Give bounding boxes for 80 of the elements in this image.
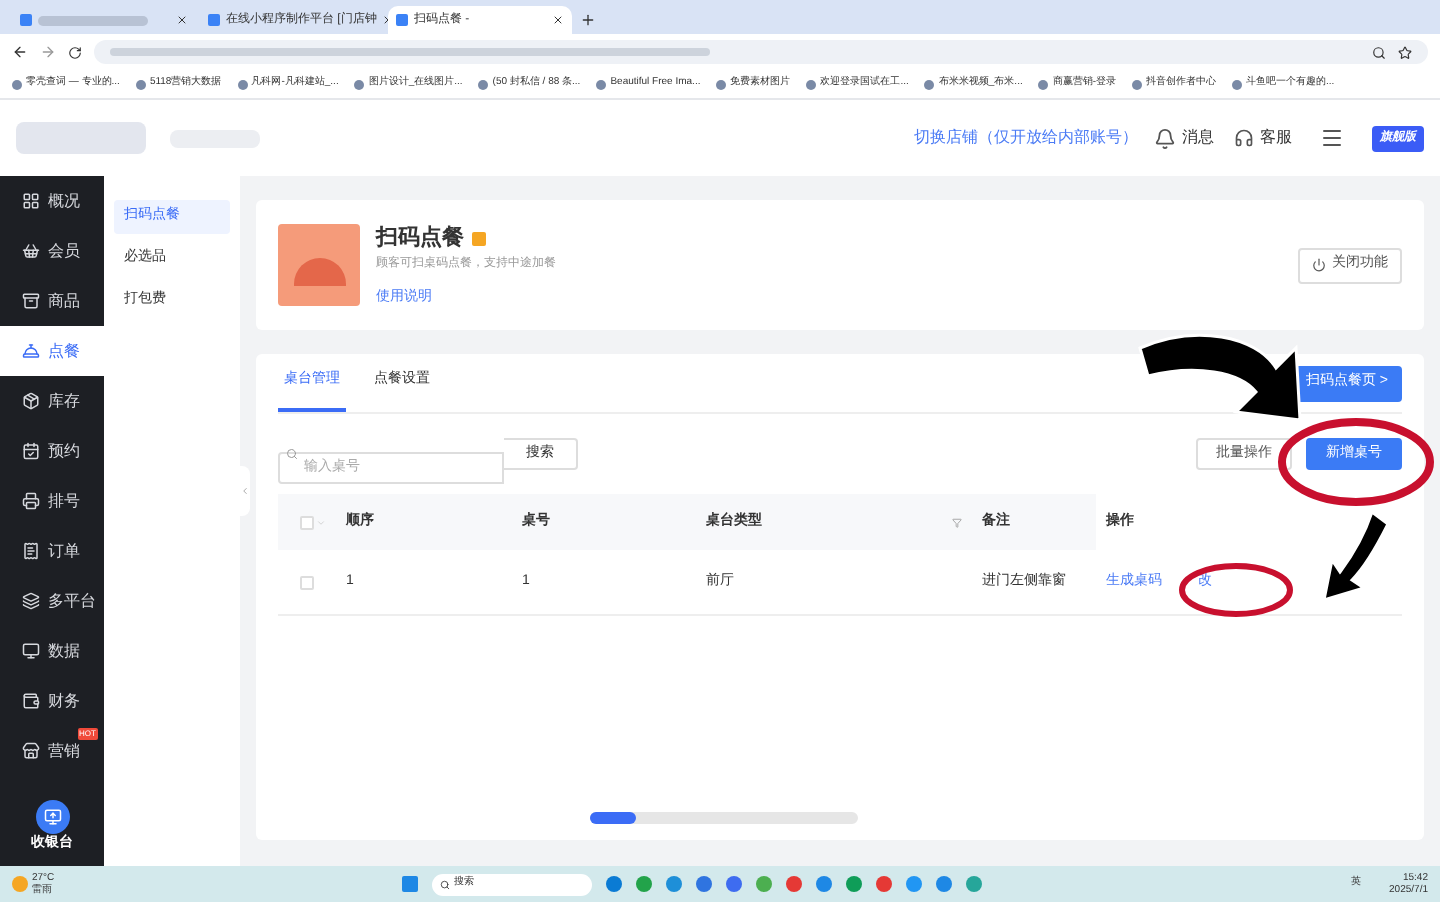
sidebar-item[interactable]: 预约 <box>0 426 104 476</box>
bookmark-favicon-icon <box>716 79 727 89</box>
sidebar-item[interactable]: 概况 <box>0 176 104 226</box>
power-icon <box>1312 258 1326 272</box>
menu-item-icon <box>22 492 40 510</box>
service-link[interactable]: 客服 <box>1260 126 1292 150</box>
tab-favicon-icon <box>20 14 32 26</box>
bookmark-favicon-icon <box>354 79 365 89</box>
feature-title: 扫码点餐 <box>376 223 464 254</box>
menu-item-label: 营销 <box>48 739 80 763</box>
sidebar-item[interactable]: 商品 <box>0 276 104 326</box>
select-all-checkbox[interactable] <box>300 515 314 529</box>
sidebar-item[interactable]: 排号 <box>0 476 104 526</box>
search-icon[interactable] <box>1372 45 1386 59</box>
menu-item-label: 库存 <box>48 389 80 413</box>
bookmark-favicon-icon <box>1132 79 1143 89</box>
switch-store-link[interactable]: 切换店铺（仅开放给内部账号） <box>914 126 1138 150</box>
bookmark-favicon-icon <box>806 79 817 89</box>
menu-item-icon <box>22 392 40 410</box>
menu-item-label: 预约 <box>48 439 80 463</box>
tab-favicon-icon <box>208 14 220 26</box>
menu-item-icon <box>22 292 40 310</box>
sidebar-item[interactable]: 多平台 <box>0 576 104 626</box>
close-icon[interactable] <box>176 14 188 26</box>
back-icon[interactable] <box>12 44 28 60</box>
menu-item-label: 多平台 <box>48 589 96 613</box>
menu-item-label: 会员 <box>48 239 80 263</box>
bookmark-favicon-icon <box>478 79 489 89</box>
headset-icon[interactable] <box>1234 128 1254 148</box>
logo-placeholder <box>16 122 146 154</box>
bell-icon[interactable] <box>1154 127 1176 149</box>
circle-annotation <box>1176 560 1296 620</box>
menu-item-icon <box>22 642 40 660</box>
sidebar-item[interactable]: 会员 <box>0 226 104 276</box>
forward-icon[interactable] <box>40 44 56 60</box>
menu-item-icon <box>22 242 40 260</box>
menu-item-label: 排号 <box>48 489 80 513</box>
new-tab-icon[interactable] <box>580 12 596 28</box>
bookmark-favicon-icon <box>237 79 248 89</box>
cashier-icon <box>35 799 69 833</box>
weather-icon <box>12 876 28 892</box>
menu-item-icon <box>22 342 40 360</box>
sidebar-item[interactable]: 数据 <box>0 626 104 676</box>
bookmark-star-icon[interactable] <box>1398 45 1412 59</box>
menu-item-label: 商品 <box>48 289 80 313</box>
bookmark-favicon-icon <box>12 79 22 89</box>
bookmark-favicon-icon <box>1038 79 1049 89</box>
blurred-tab-title <box>38 15 148 25</box>
sidebar-item[interactable]: 点餐 <box>0 326 104 376</box>
menu-item-label: 点餐 <box>48 339 80 363</box>
sidebar-item[interactable]: 财务 <box>0 676 104 726</box>
bookmark-favicon-icon <box>135 79 146 89</box>
bookmark-favicon-icon <box>924 79 935 89</box>
filter-icon[interactable] <box>952 517 962 527</box>
start-icon[interactable] <box>402 876 419 892</box>
menu-item-label: 订单 <box>48 539 80 563</box>
menu-item-icon <box>22 542 40 560</box>
cloche-illustration <box>278 224 360 306</box>
menu-item-label: 财务 <box>48 689 80 713</box>
messages-link[interactable]: 消息 <box>1182 126 1214 150</box>
sidebar-item[interactable]: 订单 <box>0 526 104 576</box>
reload-icon[interactable] <box>68 45 82 59</box>
menu-item-icon <box>22 442 40 460</box>
menu-item-icon <box>22 192 40 210</box>
bookmark-favicon-icon <box>596 79 607 89</box>
menu-item-icon <box>22 742 40 760</box>
search-icon <box>286 448 298 460</box>
search-icon <box>440 879 451 889</box>
menu-item-icon <box>22 692 40 710</box>
close-icon[interactable] <box>552 14 564 26</box>
menu-item-label: 概况 <box>48 189 80 213</box>
menu-item-icon <box>22 592 40 610</box>
menu-icon[interactable] <box>1320 126 1344 150</box>
tag-icon <box>472 231 486 246</box>
collapse-handle[interactable] <box>240 466 250 516</box>
menu-item-label: 数据 <box>48 639 80 663</box>
bookmark-favicon-icon <box>1232 79 1243 89</box>
tab-favicon-icon <box>396 14 408 26</box>
sidebar-item[interactable]: 库存 <box>0 376 104 426</box>
row-checkbox[interactable] <box>300 575 314 589</box>
